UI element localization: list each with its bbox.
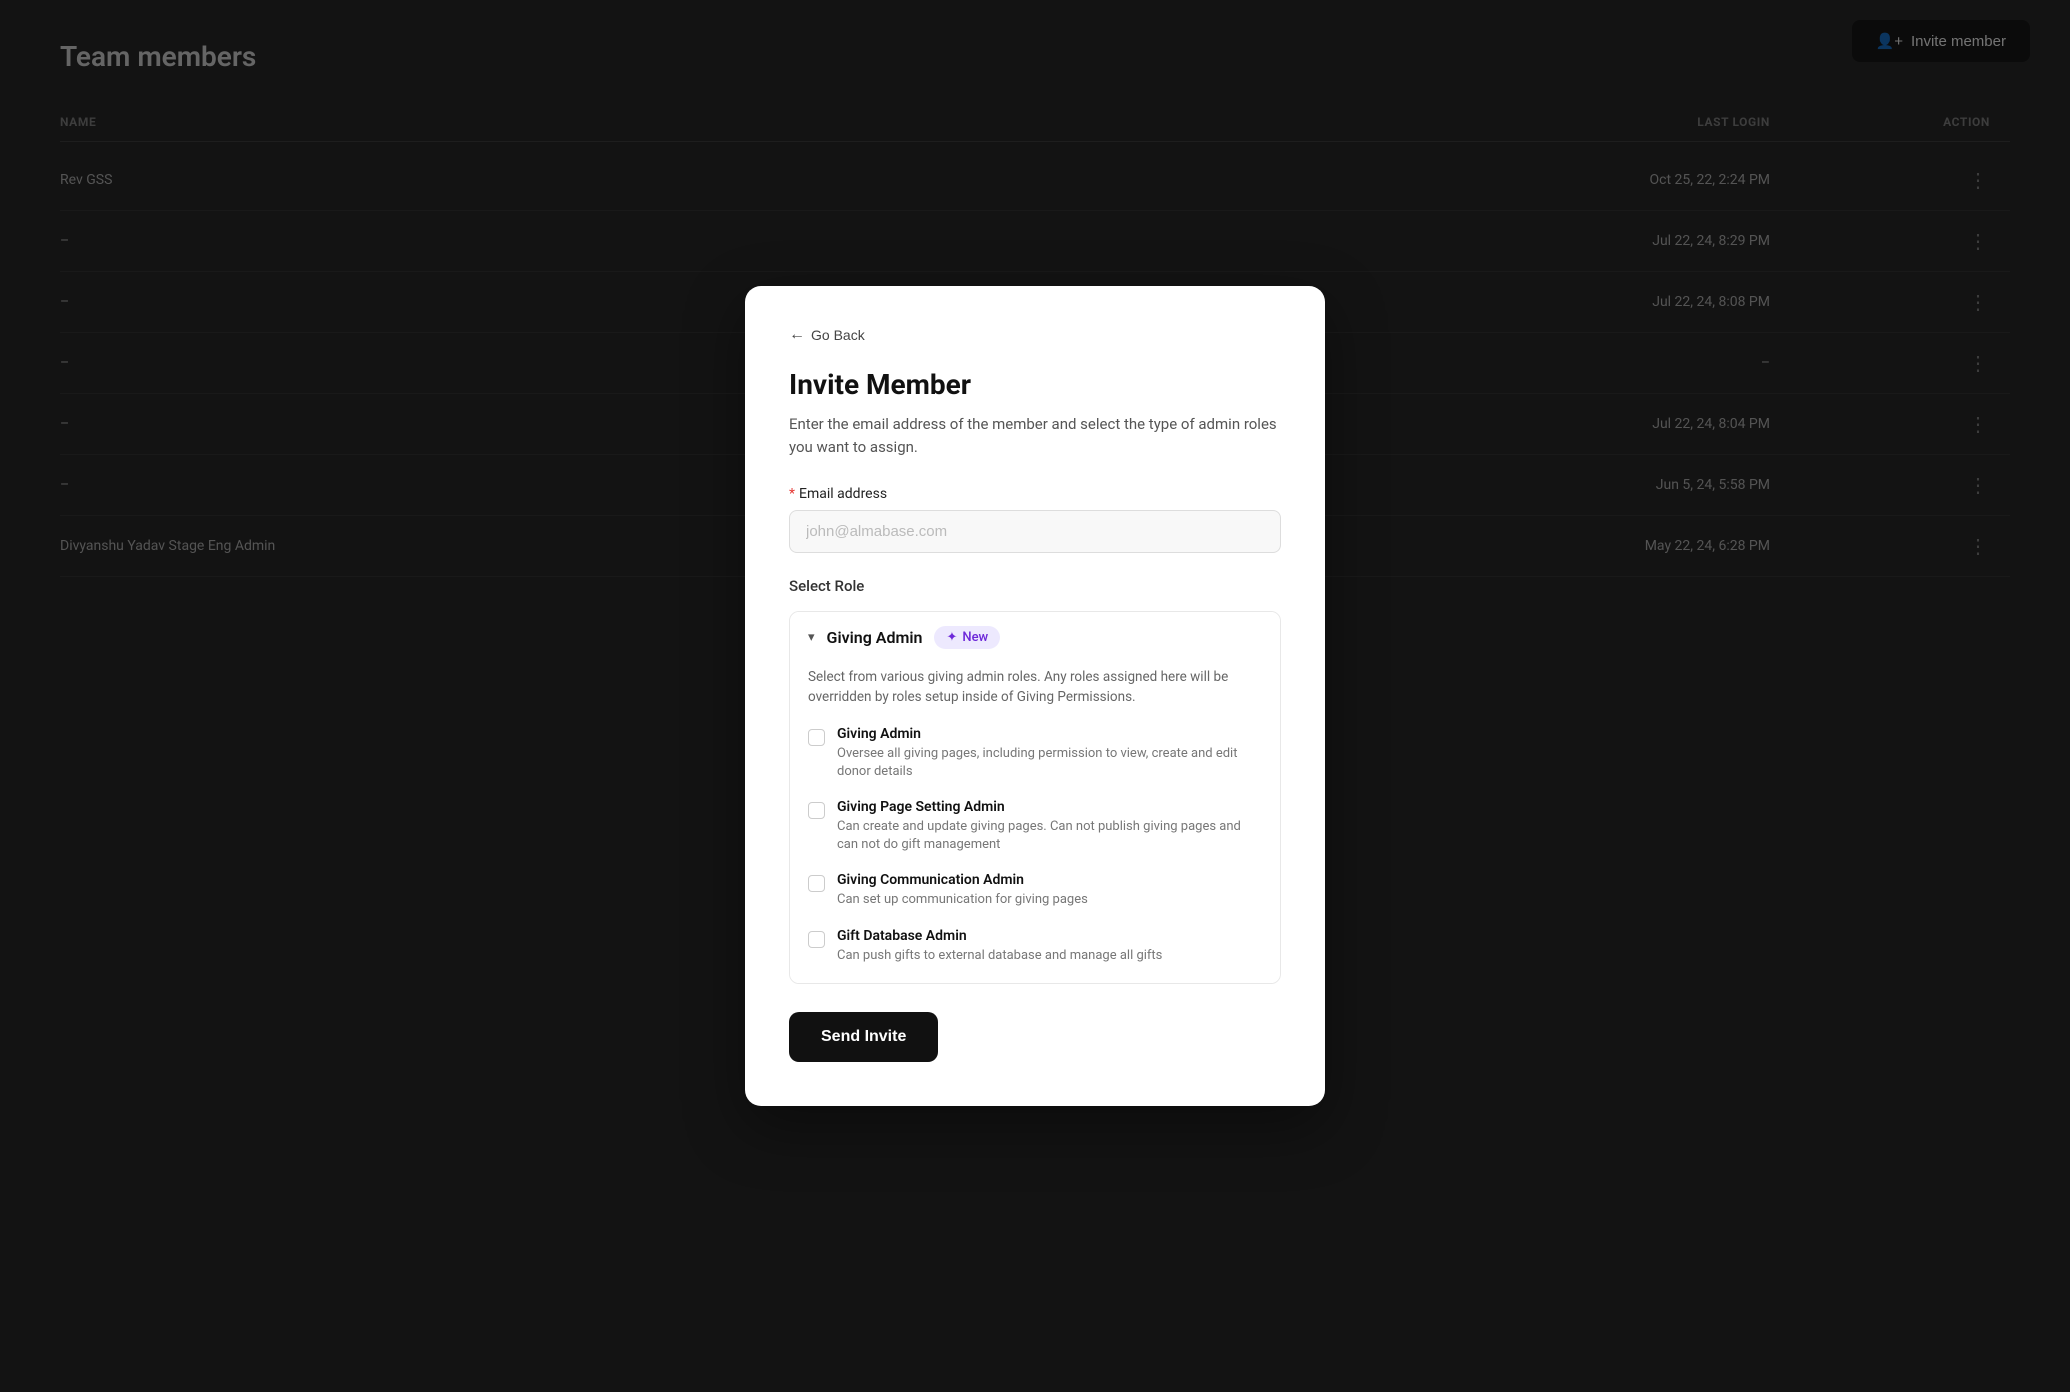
giving-admin-checkbox[interactable] [808,729,825,746]
giving-admin-title: Giving Admin [827,628,923,647]
send-invite-button[interactable]: Send Invite [789,1012,938,1062]
email-field-label: * Email address [789,486,1281,502]
gift-database-checkbox[interactable] [808,931,825,948]
giving-communication-role-name: Giving Communication Admin [837,872,1088,888]
giving-admin-role-desc: Oversee all giving pages, including perm… [837,745,1262,781]
giving-admin-role-name: Giving Admin [837,726,1262,742]
role-item-gift-database: Gift Database Admin Can push gifts to ex… [808,928,1262,965]
invite-member-modal: ← Go Back Invite Member Enter the email … [745,286,1325,1106]
giving-page-setting-role-name: Giving Page Setting Admin [837,799,1262,815]
new-badge: ✦ New [934,626,1000,649]
giving-admin-description: Select from various giving admin roles. … [808,663,1262,708]
chevron-down-icon: ▾ [808,630,815,645]
star-icon: ✦ [946,630,957,645]
giving-communication-checkbox[interactable] [808,875,825,892]
select-role-label: Select Role [789,577,1281,595]
email-input[interactable] [789,510,1281,553]
role-item-giving-communication: Giving Communication Admin Can set up co… [808,872,1262,909]
giving-page-setting-role-desc: Can create and update giving pages. Can … [837,818,1262,854]
role-item-giving-page-setting: Giving Page Setting Admin Can create and… [808,799,1262,854]
gift-database-role-desc: Can push gifts to external database and … [837,947,1162,965]
arrow-left-icon: ← [789,326,805,344]
giving-admin-section: ▾ Giving Admin ✦ New Select from various… [789,611,1281,984]
giving-page-setting-checkbox[interactable] [808,802,825,819]
role-item-giving-admin: Giving Admin Oversee all giving pages, i… [808,726,1262,781]
modal-title: Invite Member [789,368,1281,401]
giving-admin-section-body: Select from various giving admin roles. … [790,663,1280,983]
go-back-button[interactable]: ← Go Back [789,326,865,344]
required-indicator: * [789,486,795,502]
gift-database-role-name: Gift Database Admin [837,928,1162,944]
modal-subtitle: Enter the email address of the member an… [789,413,1281,458]
giving-communication-role-desc: Can set up communication for giving page… [837,891,1088,909]
modal-overlay: ← Go Back Invite Member Enter the email … [0,0,2070,1392]
giving-admin-section-header[interactable]: ▾ Giving Admin ✦ New [790,612,1280,663]
